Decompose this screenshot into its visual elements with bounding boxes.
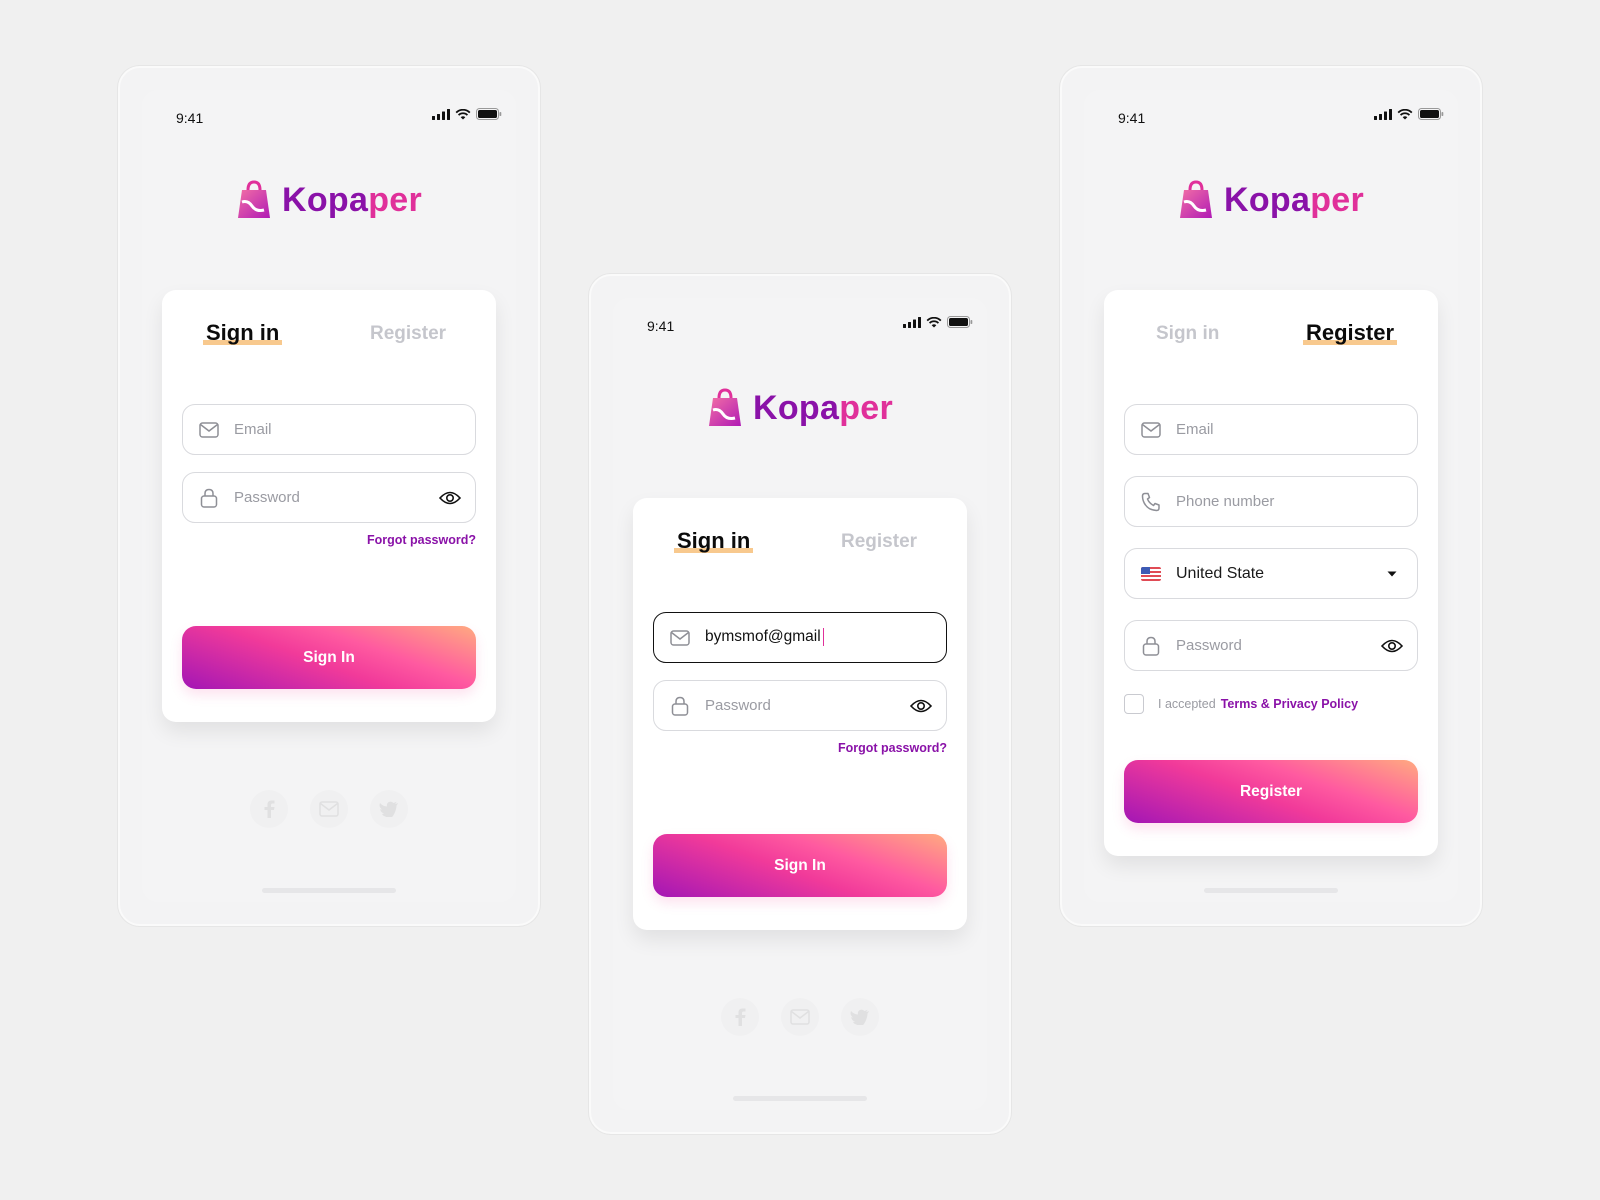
- password-field[interactable]: Password: [1124, 620, 1418, 671]
- auth-tabs: Sign in Register: [1104, 290, 1438, 390]
- status-icons: [1374, 108, 1444, 120]
- terms-link[interactable]: Terms & Privacy Policy: [1221, 697, 1358, 711]
- lock-icon: [669, 695, 691, 717]
- eye-icon[interactable]: [1381, 635, 1403, 657]
- lock-icon: [1140, 635, 1162, 657]
- social-login: [591, 998, 1009, 1036]
- text-caret: [822, 628, 825, 647]
- tab-register[interactable]: Register: [841, 531, 917, 553]
- brand-name: Kopaper: [281, 180, 422, 219]
- register-button[interactable]: Register: [1124, 760, 1418, 823]
- brand-logo: Kopaper: [1062, 180, 1480, 220]
- password-field[interactable]: Password: [182, 472, 476, 523]
- auth-card: Sign in Register Email Phone number Unit…: [1104, 290, 1438, 856]
- country-select[interactable]: United State: [1124, 548, 1418, 599]
- email-placeholder: Email: [234, 421, 272, 438]
- brand-name: Kopaper: [752, 388, 893, 427]
- facebook-icon[interactable]: [250, 790, 288, 828]
- twitter-icon[interactable]: [370, 790, 408, 828]
- auth-card: Sign in Register bymsmof@gmail Password …: [633, 498, 967, 930]
- tab-signin[interactable]: Sign in: [1156, 323, 1219, 345]
- twitter-icon[interactable]: [841, 998, 879, 1036]
- home-indicator: [733, 1096, 867, 1101]
- email-field[interactable]: Email: [1124, 404, 1418, 455]
- brand-name: Kopaper: [1223, 180, 1364, 219]
- signal-icon: [903, 316, 921, 328]
- terms-checkbox[interactable]: [1124, 694, 1144, 714]
- email-field[interactable]: Email: [182, 404, 476, 455]
- phone-icon: [1140, 491, 1162, 513]
- forgot-password-link[interactable]: Forgot password?: [367, 533, 476, 547]
- signin-button[interactable]: Sign In: [182, 626, 476, 689]
- phone-placeholder: Phone number: [1176, 493, 1275, 510]
- us-flag-icon: [1140, 563, 1162, 585]
- password-field[interactable]: Password: [653, 680, 947, 731]
- mail-icon: [198, 419, 220, 441]
- battery-icon: [1418, 108, 1444, 120]
- password-placeholder: Password: [1176, 637, 1242, 654]
- password-placeholder: Password: [234, 489, 300, 506]
- mail-icon: [669, 627, 691, 649]
- brand-logo: Kopaper: [120, 180, 538, 220]
- signal-icon: [432, 108, 450, 120]
- mail-icon: [1140, 419, 1162, 441]
- status-icons: [432, 108, 502, 120]
- shopping-bag-icon: [237, 180, 270, 218]
- home-indicator: [1204, 888, 1338, 893]
- tab-signin[interactable]: Sign in: [203, 320, 283, 346]
- status-time: 9:41: [647, 318, 675, 334]
- tab-signin[interactable]: Sign in: [674, 528, 754, 554]
- wifi-icon: [1397, 108, 1413, 119]
- facebook-icon[interactable]: [721, 998, 759, 1036]
- shopping-bag-icon: [708, 388, 741, 426]
- terms-label: I accepted: [1158, 697, 1216, 711]
- tab-register[interactable]: Register: [370, 323, 446, 345]
- country-value: United State: [1176, 564, 1265, 582]
- status-time: 9:41: [1118, 110, 1146, 126]
- tab-register[interactable]: Register: [1303, 320, 1398, 346]
- phone-signin-typing: 9:41 Kopaper Sign in Register bymsmof@gm…: [589, 274, 1011, 1134]
- status-time: 9:41: [176, 110, 204, 126]
- email-field[interactable]: bymsmof@gmail: [653, 612, 947, 663]
- auth-tabs: Sign in Register: [162, 290, 496, 390]
- auth-card: Sign in Register Email Password Forgot p…: [162, 290, 496, 722]
- auth-tabs: Sign in Register: [633, 498, 967, 598]
- signin-button[interactable]: Sign In: [653, 834, 947, 897]
- eye-icon[interactable]: [910, 695, 932, 717]
- battery-icon: [476, 108, 502, 120]
- signal-icon: [1374, 108, 1392, 120]
- phone-signin-empty: 9:41 Kopaper Sign in Register Email Pass…: [118, 66, 540, 926]
- wifi-icon: [926, 316, 942, 327]
- caret-down-icon[interactable]: [1381, 563, 1403, 585]
- lock-icon: [198, 487, 220, 509]
- battery-icon: [947, 316, 973, 328]
- mail-icon[interactable]: [781, 998, 819, 1036]
- eye-icon[interactable]: [439, 487, 461, 509]
- email-placeholder: Email: [1176, 421, 1214, 438]
- phone-register: 9:41 Kopaper Sign in Register Email Phon…: [1060, 66, 1482, 926]
- email-value: bymsmof@gmail: [705, 628, 825, 647]
- phone-field[interactable]: Phone number: [1124, 476, 1418, 527]
- forgot-password-link[interactable]: Forgot password?: [838, 741, 947, 755]
- status-icons: [903, 316, 973, 328]
- social-login: [120, 790, 538, 828]
- mail-icon[interactable]: [310, 790, 348, 828]
- password-placeholder: Password: [705, 697, 771, 714]
- brand-logo: Kopaper: [591, 388, 1009, 428]
- shopping-bag-icon: [1179, 180, 1212, 218]
- terms-row: I accepted Terms & Privacy Policy: [1124, 694, 1358, 714]
- wifi-icon: [455, 108, 471, 119]
- home-indicator: [262, 888, 396, 893]
